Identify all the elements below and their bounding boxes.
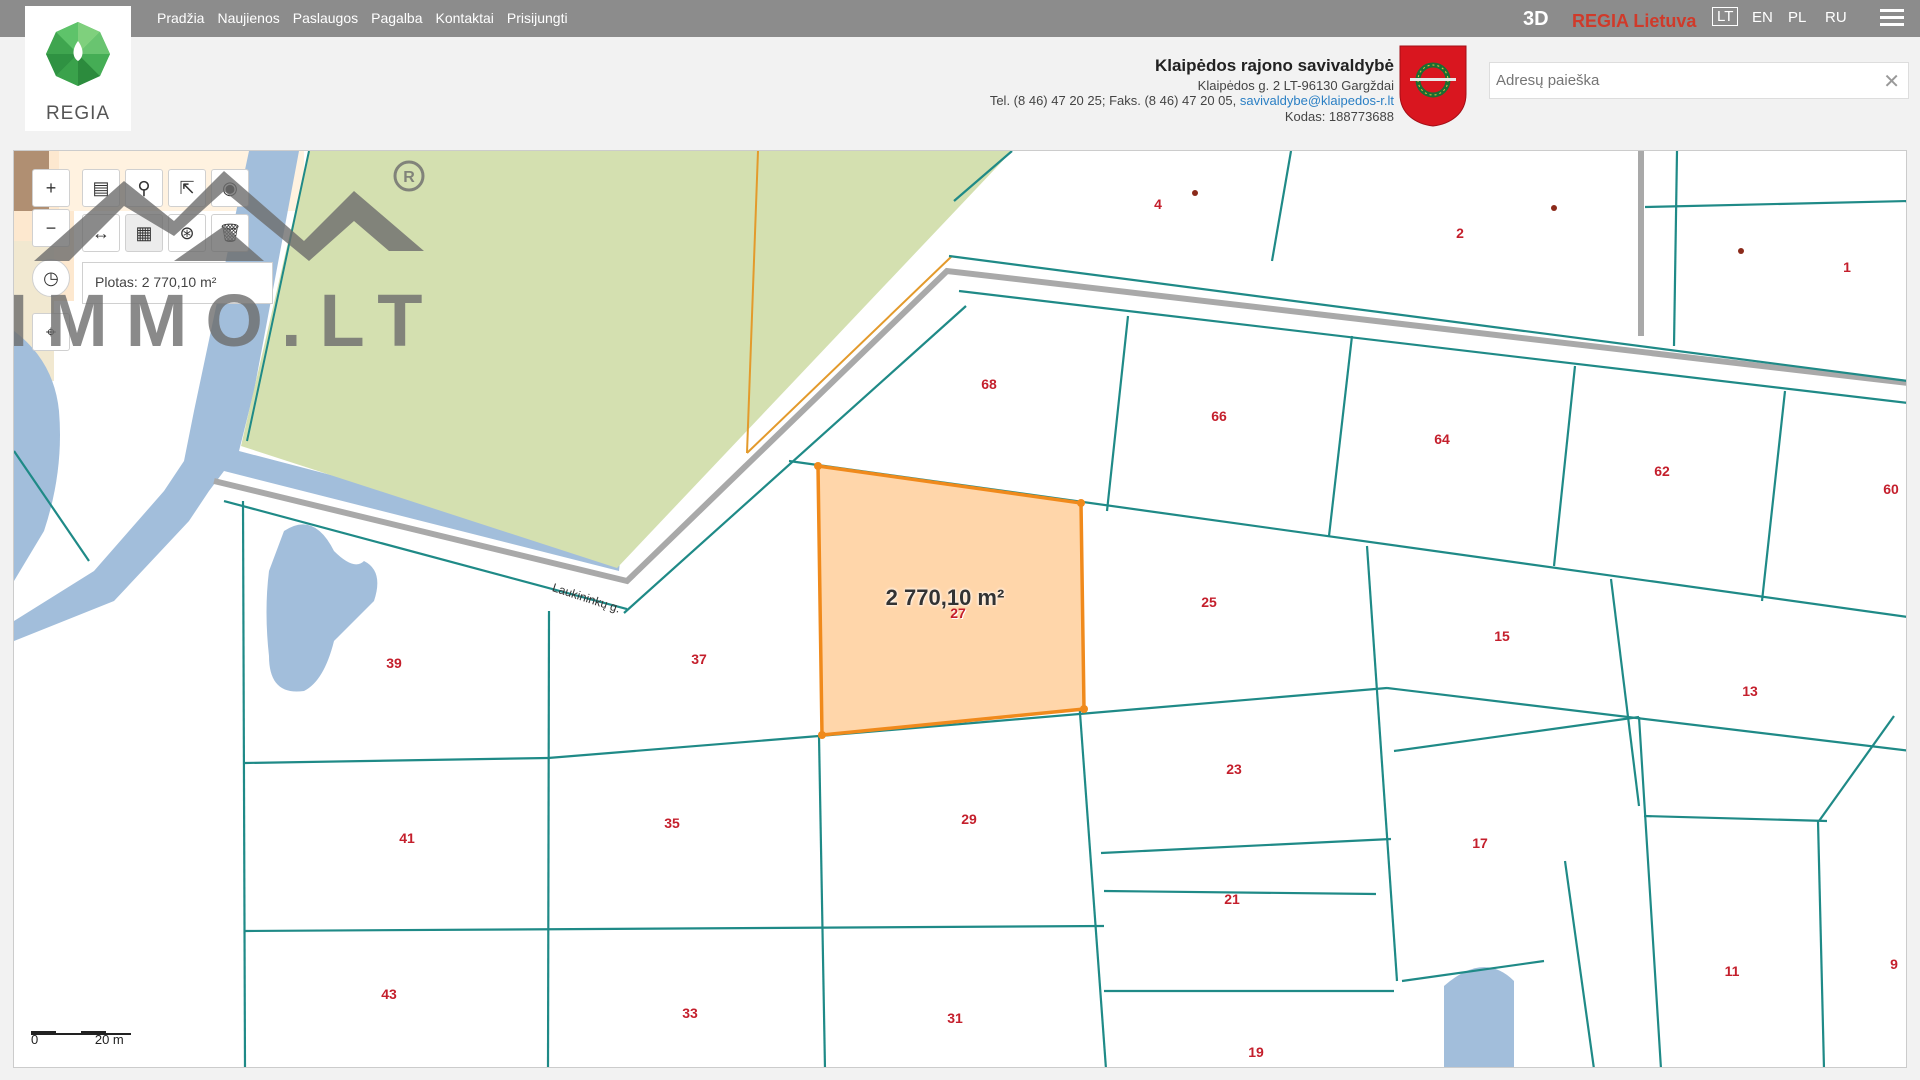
nav-home[interactable]: Pradžia bbox=[157, 10, 204, 26]
address-search: ✕ bbox=[1489, 62, 1909, 99]
parcel-label: 41 bbox=[399, 830, 415, 846]
nav-news[interactable]: Naujienos bbox=[217, 10, 279, 26]
nav-help[interactable]: Pagalba bbox=[371, 10, 422, 26]
nav-contacts[interactable]: Kontaktai bbox=[436, 10, 494, 26]
municipality-email[interactable]: savivaldybe@klaipedos-r.lt bbox=[1240, 93, 1394, 108]
regia-lietuva-link[interactable]: REGIA Lietuva bbox=[1572, 11, 1696, 32]
clear-search-icon[interactable]: ✕ bbox=[1883, 69, 1900, 94]
parcel-label: 2 bbox=[1456, 225, 1464, 241]
parcel-label: 17 bbox=[1472, 835, 1488, 851]
regia-logo[interactable]: REGIA bbox=[25, 6, 131, 131]
parcel-label: 68 bbox=[981, 376, 997, 392]
parcel-label: 66 bbox=[1211, 408, 1227, 424]
parcel-label: 33 bbox=[682, 1005, 698, 1021]
parcel-label: 60 bbox=[1883, 481, 1899, 497]
immo-watermark-icon: R IMMO.LT bbox=[14, 160, 434, 362]
nav-login[interactable]: Prisijungti bbox=[507, 10, 568, 26]
measured-area-label: 2 770,10 m² bbox=[885, 585, 1005, 610]
parcel-label: 64 bbox=[1434, 431, 1450, 447]
parcel-label: 9 bbox=[1890, 956, 1898, 972]
municipality-name: Klaipėdos rajono savivaldybė bbox=[1154, 56, 1394, 75]
scale-bar-graphic bbox=[31, 1031, 131, 1035]
logo-text: REGIA bbox=[45, 103, 111, 124]
municipality-phone: Tel. (8 46) 47 20 25; Faks. (8 46) 47 20… bbox=[989, 93, 1237, 108]
municipality-info: Klaipėdos rajono savivaldybė Klaipėdos g… bbox=[989, 56, 1394, 124]
parcel-label: 13 bbox=[1742, 683, 1758, 699]
lang-ru[interactable]: RU bbox=[1825, 9, 1847, 26]
nav-services[interactable]: Paslaugos bbox=[293, 10, 358, 26]
parcel-label: 31 bbox=[947, 1010, 963, 1026]
parcel-label: 15 bbox=[1494, 628, 1510, 644]
top-bar: Pradžia Naujienos Paslaugos Pagalba Kont… bbox=[0, 0, 1920, 37]
parcel-label: 39 bbox=[386, 655, 402, 671]
parcel-label: 19 bbox=[1248, 1044, 1264, 1060]
address-search-input[interactable] bbox=[1490, 63, 1870, 98]
parcel-label: 1 bbox=[1843, 259, 1851, 275]
municipality-code: Kodas: 188773688 bbox=[1284, 108, 1394, 124]
parcel-label: 35 bbox=[664, 815, 680, 831]
parcel-label: 11 bbox=[1724, 963, 1740, 979]
lang-pl[interactable]: PL bbox=[1788, 9, 1806, 26]
svg-text:R: R bbox=[403, 169, 415, 186]
scale-bar: 0 20 m bbox=[31, 1028, 131, 1047]
coat-of-arms-icon bbox=[1399, 45, 1467, 127]
3d-button[interactable]: 3D bbox=[1523, 8, 1549, 31]
parcel-label: 21 bbox=[1224, 891, 1240, 907]
parcel-label: 37 bbox=[691, 651, 707, 667]
parcel-label: 4 bbox=[1154, 196, 1162, 212]
lang-en[interactable]: EN bbox=[1752, 9, 1773, 26]
parcel-label: 43 bbox=[381, 986, 397, 1002]
watermark-text: IMMO.LT bbox=[14, 279, 434, 362]
parcel-label: 29 bbox=[961, 811, 977, 827]
parcel-label: 62 bbox=[1654, 463, 1670, 479]
parcel-label: 23 bbox=[1226, 761, 1242, 777]
main-nav: Pradžia Naujienos Paslaugos Pagalba Kont… bbox=[157, 10, 568, 26]
hamburger-menu-icon[interactable] bbox=[1880, 9, 1904, 29]
lang-lt[interactable]: LT bbox=[1712, 7, 1739, 26]
regia-logo-icon bbox=[46, 22, 110, 86]
parcel-label: 25 bbox=[1201, 594, 1217, 610]
municipality-address: Klaipėdos g. 2 LT-96130 Gargždai bbox=[1197, 77, 1394, 93]
map-view[interactable]: 4 2 1 68 66 64 62 60 27 25 15 13 39 37 3… bbox=[13, 150, 1907, 1068]
